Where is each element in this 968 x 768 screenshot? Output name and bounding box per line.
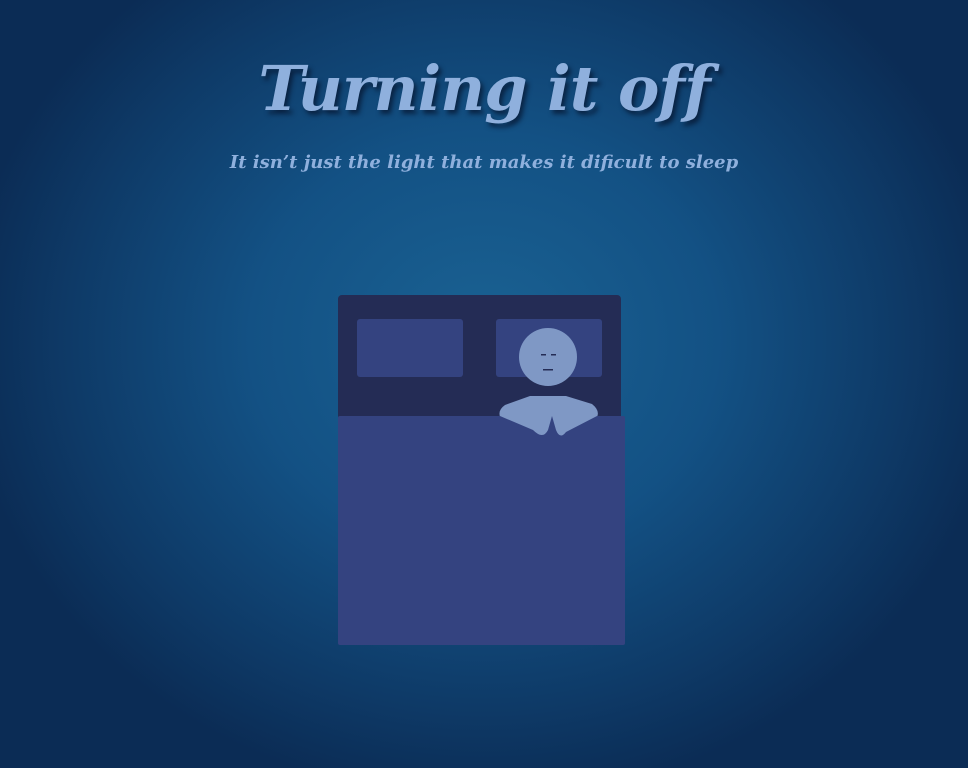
bed-illustration: [338, 295, 625, 645]
person-head: [519, 328, 577, 386]
blanket: [338, 416, 625, 645]
pillow-left: [357, 319, 463, 377]
